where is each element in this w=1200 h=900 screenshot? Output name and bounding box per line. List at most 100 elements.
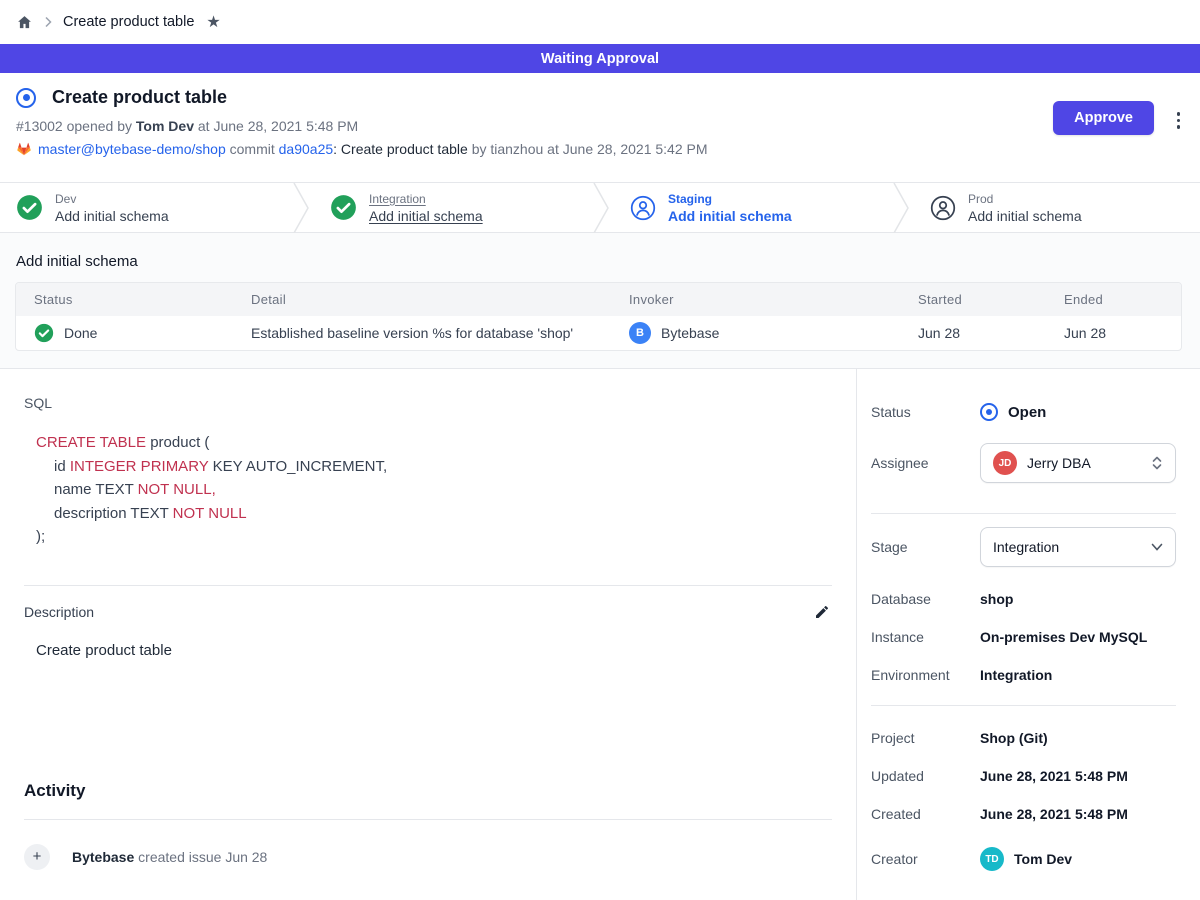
task-table: Status Detail Invoker Started Ended Done… xyxy=(15,282,1182,351)
issue-open-status-icon xyxy=(16,88,36,108)
breadcrumb: Create product table ★ xyxy=(0,0,1200,44)
commit-word: commit xyxy=(226,141,279,157)
issue-meta: #13002 opened by Tom Dev at June 28, 202… xyxy=(16,118,1184,134)
commit-info: master@bytebase-demo/shop commit da90a25… xyxy=(16,141,1184,157)
instance-label: Instance xyxy=(871,629,980,645)
status-label: Status xyxy=(871,404,980,420)
issue-id-text: #13002 opened by xyxy=(16,118,136,134)
edit-pencil-icon[interactable] xyxy=(812,602,832,622)
column-status: Status xyxy=(34,292,251,307)
created-label: Created xyxy=(871,806,980,822)
stage-env-label: Integration xyxy=(369,192,483,206)
stage-env-label: Staging xyxy=(668,192,792,206)
gitlab-icon xyxy=(16,141,32,157)
issue-sidebar: Status Open Assignee JD Jerry DBA Stage … xyxy=(857,369,1200,900)
activity-author: Bytebase xyxy=(72,849,134,865)
done-check-icon xyxy=(34,323,54,343)
divider xyxy=(24,819,832,820)
pipeline-stage-dev[interactable]: Dev Add initial schema xyxy=(0,183,300,232)
task-started-text: Jun 28 xyxy=(918,325,1064,341)
pipeline-stage-bar: Dev Add initial schema Integration Add i… xyxy=(0,182,1200,233)
commit-message: : Create product table xyxy=(333,141,472,157)
plus-icon: + xyxy=(24,844,50,870)
stage-separator-chevron xyxy=(893,183,909,233)
repo-branch-link[interactable]: master@bytebase-demo/shop xyxy=(38,141,226,157)
stage-task-label: Add initial schema xyxy=(668,208,792,224)
approve-button[interactable]: Approve xyxy=(1053,101,1154,135)
task-section: Add initial schema Status Detail Invoker… xyxy=(0,233,1200,368)
favorite-star-icon[interactable]: ★ xyxy=(206,12,220,32)
column-started: Started xyxy=(918,292,1064,307)
created-value: June 28, 2021 5:48 PM xyxy=(980,806,1128,822)
issue-title: Create product table xyxy=(52,87,227,108)
assignee-person-icon xyxy=(930,195,956,221)
issue-main-panel: SQL CREATE TABLE product ( id INTEGER PR… xyxy=(0,369,857,900)
creator-avatar: TD xyxy=(980,847,1004,871)
task-ended-text: Jun 28 xyxy=(1064,325,1181,341)
stage-env-label: Prod xyxy=(968,192,1082,206)
description-text: Create product table xyxy=(36,642,832,659)
issue-header: Create product table #13002 opened by To… xyxy=(0,73,1200,182)
assignee-label: Assignee xyxy=(871,455,980,471)
stage-label: Stage xyxy=(871,539,980,555)
creator-label: Creator xyxy=(871,851,980,867)
column-ended: Ended xyxy=(1064,292,1181,307)
status-open-icon xyxy=(980,403,998,421)
check-circle-icon xyxy=(330,194,357,221)
assignee-avatar: JD xyxy=(993,451,1017,475)
commit-byline: by tianzhou at June 28, 2021 5:42 PM xyxy=(472,141,708,157)
sql-code-block: CREATE TABLE product ( id INTEGER PRIMAR… xyxy=(36,431,832,549)
stage-task-label: Add initial schema xyxy=(369,208,483,224)
task-detail-text: Established baseline version %s for data… xyxy=(251,325,629,341)
activity-section-title: Activity xyxy=(24,781,832,801)
stage-value: Integration xyxy=(993,539,1059,555)
task-invoker-text: Bytebase xyxy=(661,325,719,341)
database-label: Database xyxy=(871,591,980,607)
divider xyxy=(871,705,1176,706)
stage-select[interactable]: Integration xyxy=(980,527,1176,567)
task-status-text: Done xyxy=(64,325,97,341)
pipeline-stage-integration[interactable]: Integration Add initial schema xyxy=(300,183,600,232)
environment-value: Integration xyxy=(980,667,1052,683)
activity-action: created issue Jun 28 xyxy=(134,849,267,865)
assignee-select[interactable]: JD Jerry DBA xyxy=(980,443,1176,483)
assignee-value: Jerry DBA xyxy=(1027,455,1091,471)
updated-value: June 28, 2021 5:48 PM xyxy=(980,768,1128,784)
table-row: Done Established baseline version %s for… xyxy=(16,316,1181,350)
divider xyxy=(871,513,1176,514)
creator-value: Tom Dev xyxy=(1014,851,1072,867)
activity-entry: + Bytebase created issue Jun 28 xyxy=(24,844,832,870)
updown-chevron-icon xyxy=(1151,455,1163,471)
chevron-down-icon xyxy=(1151,543,1163,551)
home-icon[interactable] xyxy=(16,14,33,31)
pipeline-stage-prod[interactable]: Prod Add initial schema xyxy=(900,183,1200,232)
stage-task-label: Add initial schema xyxy=(55,208,169,224)
breadcrumb-chevron-icon xyxy=(43,16,53,28)
assignee-person-icon xyxy=(630,195,656,221)
instance-value: On-premises Dev MySQL xyxy=(980,629,1147,645)
updated-label: Updated xyxy=(871,768,980,784)
bytebase-avatar: B xyxy=(629,322,651,344)
issue-opened-time: at June 28, 2021 5:48 PM xyxy=(194,118,358,134)
more-actions-icon[interactable] xyxy=(1174,109,1184,132)
sql-section-label: SQL xyxy=(24,395,832,411)
status-value: Open xyxy=(1008,404,1046,421)
database-value: shop xyxy=(980,591,1013,607)
task-section-title: Add initial schema xyxy=(16,253,1200,270)
issue-author: Tom Dev xyxy=(136,118,194,134)
task-table-header: Status Detail Invoker Started Ended xyxy=(16,283,1181,316)
check-circle-icon xyxy=(16,194,43,221)
stage-separator-chevron xyxy=(293,183,309,233)
stage-task-label: Add initial schema xyxy=(968,208,1082,224)
stage-separator-chevron xyxy=(593,183,609,233)
commit-hash-link[interactable]: da90a25 xyxy=(279,141,334,157)
project-value: Shop (Git) xyxy=(980,730,1048,746)
project-label: Project xyxy=(871,730,980,746)
breadcrumb-page-title: Create product table xyxy=(63,14,194,30)
stage-env-label: Dev xyxy=(55,192,169,206)
column-invoker: Invoker xyxy=(629,292,918,307)
column-detail: Detail xyxy=(251,292,629,307)
pipeline-stage-staging[interactable]: Staging Add initial schema xyxy=(600,183,900,232)
divider xyxy=(24,585,832,586)
environment-label: Environment xyxy=(871,667,980,683)
